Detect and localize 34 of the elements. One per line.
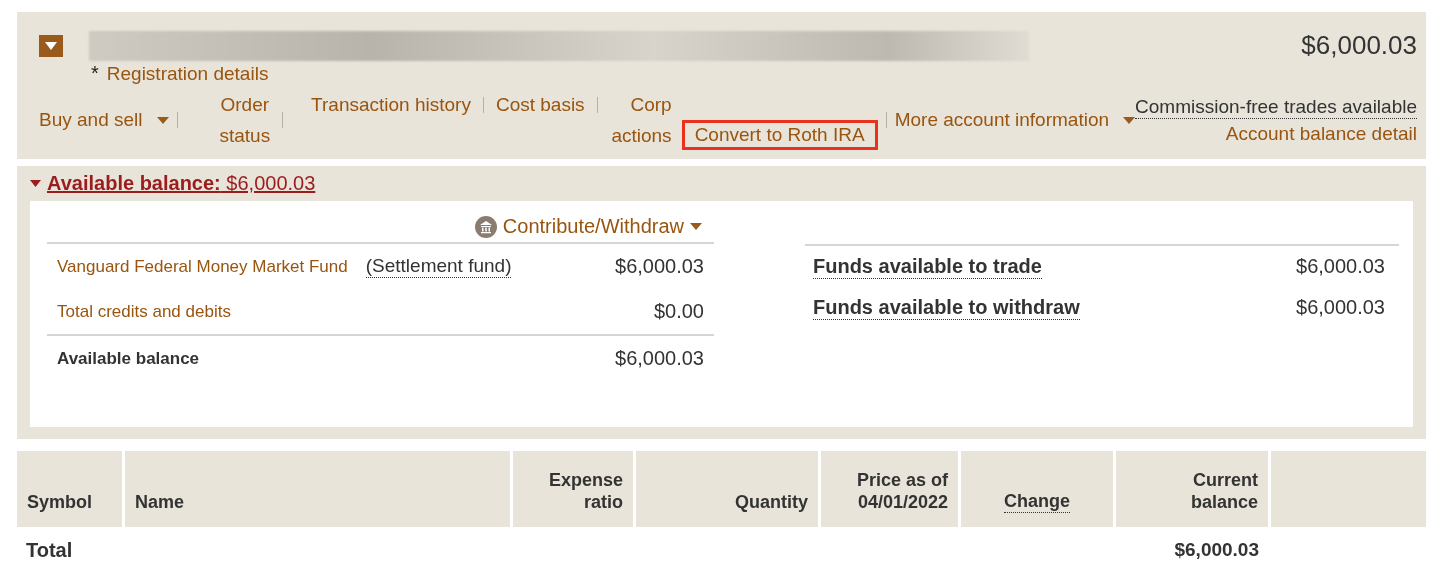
buy-sell-menu[interactable]: Buy and sell <box>39 109 169 131</box>
column-header: Name <box>125 451 510 527</box>
funds-link[interactable]: Funds available to trade <box>813 254 1042 279</box>
settlement-fund-link[interactable]: (Settlement fund) <box>365 255 512 278</box>
more-info-menu[interactable]: More account information <box>894 109 1136 131</box>
total-label: Total <box>26 538 73 562</box>
contribute-withdraw-menu[interactable]: Contribute/Withdraw <box>474 215 714 238</box>
column-header: Symbol <box>17 451 122 527</box>
account-link[interactable]: Corp actions <box>609 89 672 151</box>
commission-link[interactable]: Commission-free trades available <box>1135 95 1417 119</box>
account-link[interactable]: Convert to Roth IRA <box>681 120 878 150</box>
funds-link[interactable]: Funds available to withdraw <box>813 295 1080 320</box>
column-header: Price as of 04/01/2022 <box>821 451 958 527</box>
credits-debits-link[interactable]: Total credits and debits <box>57 301 231 322</box>
account-balance: $6,000.03 <box>1301 30 1417 61</box>
registration-link[interactable]: Registration details <box>106 63 269 85</box>
available-balance-link[interactable]: Available balance: $6,000.03 <box>47 172 316 195</box>
order-status-link[interactable]: Order status <box>215 89 275 151</box>
row-label: Available balance <box>57 348 200 369</box>
column-header: Current balance <box>1116 451 1268 527</box>
column-header: Change <box>961 451 1113 527</box>
amount: $0.00 <box>653 300 704 323</box>
amount: $6,000.03 <box>1296 296 1385 319</box>
asterisk: * <box>91 63 99 83</box>
fund-link[interactable]: Vanguard Federal Money Market Fund <box>57 256 348 277</box>
account-link[interactable]: Transaction history <box>311 89 471 120</box>
column-header: Quantity <box>636 451 818 527</box>
amount: $6,000.03 <box>1296 255 1385 278</box>
balance-detail-link[interactable]: Account balance detail <box>1225 122 1417 145</box>
amount: $6,000.03 <box>615 255 704 278</box>
total-value: $6,000.03 <box>1174 539 1259 561</box>
amount: $6,000.03 <box>615 347 704 370</box>
account-link[interactable]: Cost basis <box>495 89 585 120</box>
column-header: Expense ratio <box>513 451 633 527</box>
